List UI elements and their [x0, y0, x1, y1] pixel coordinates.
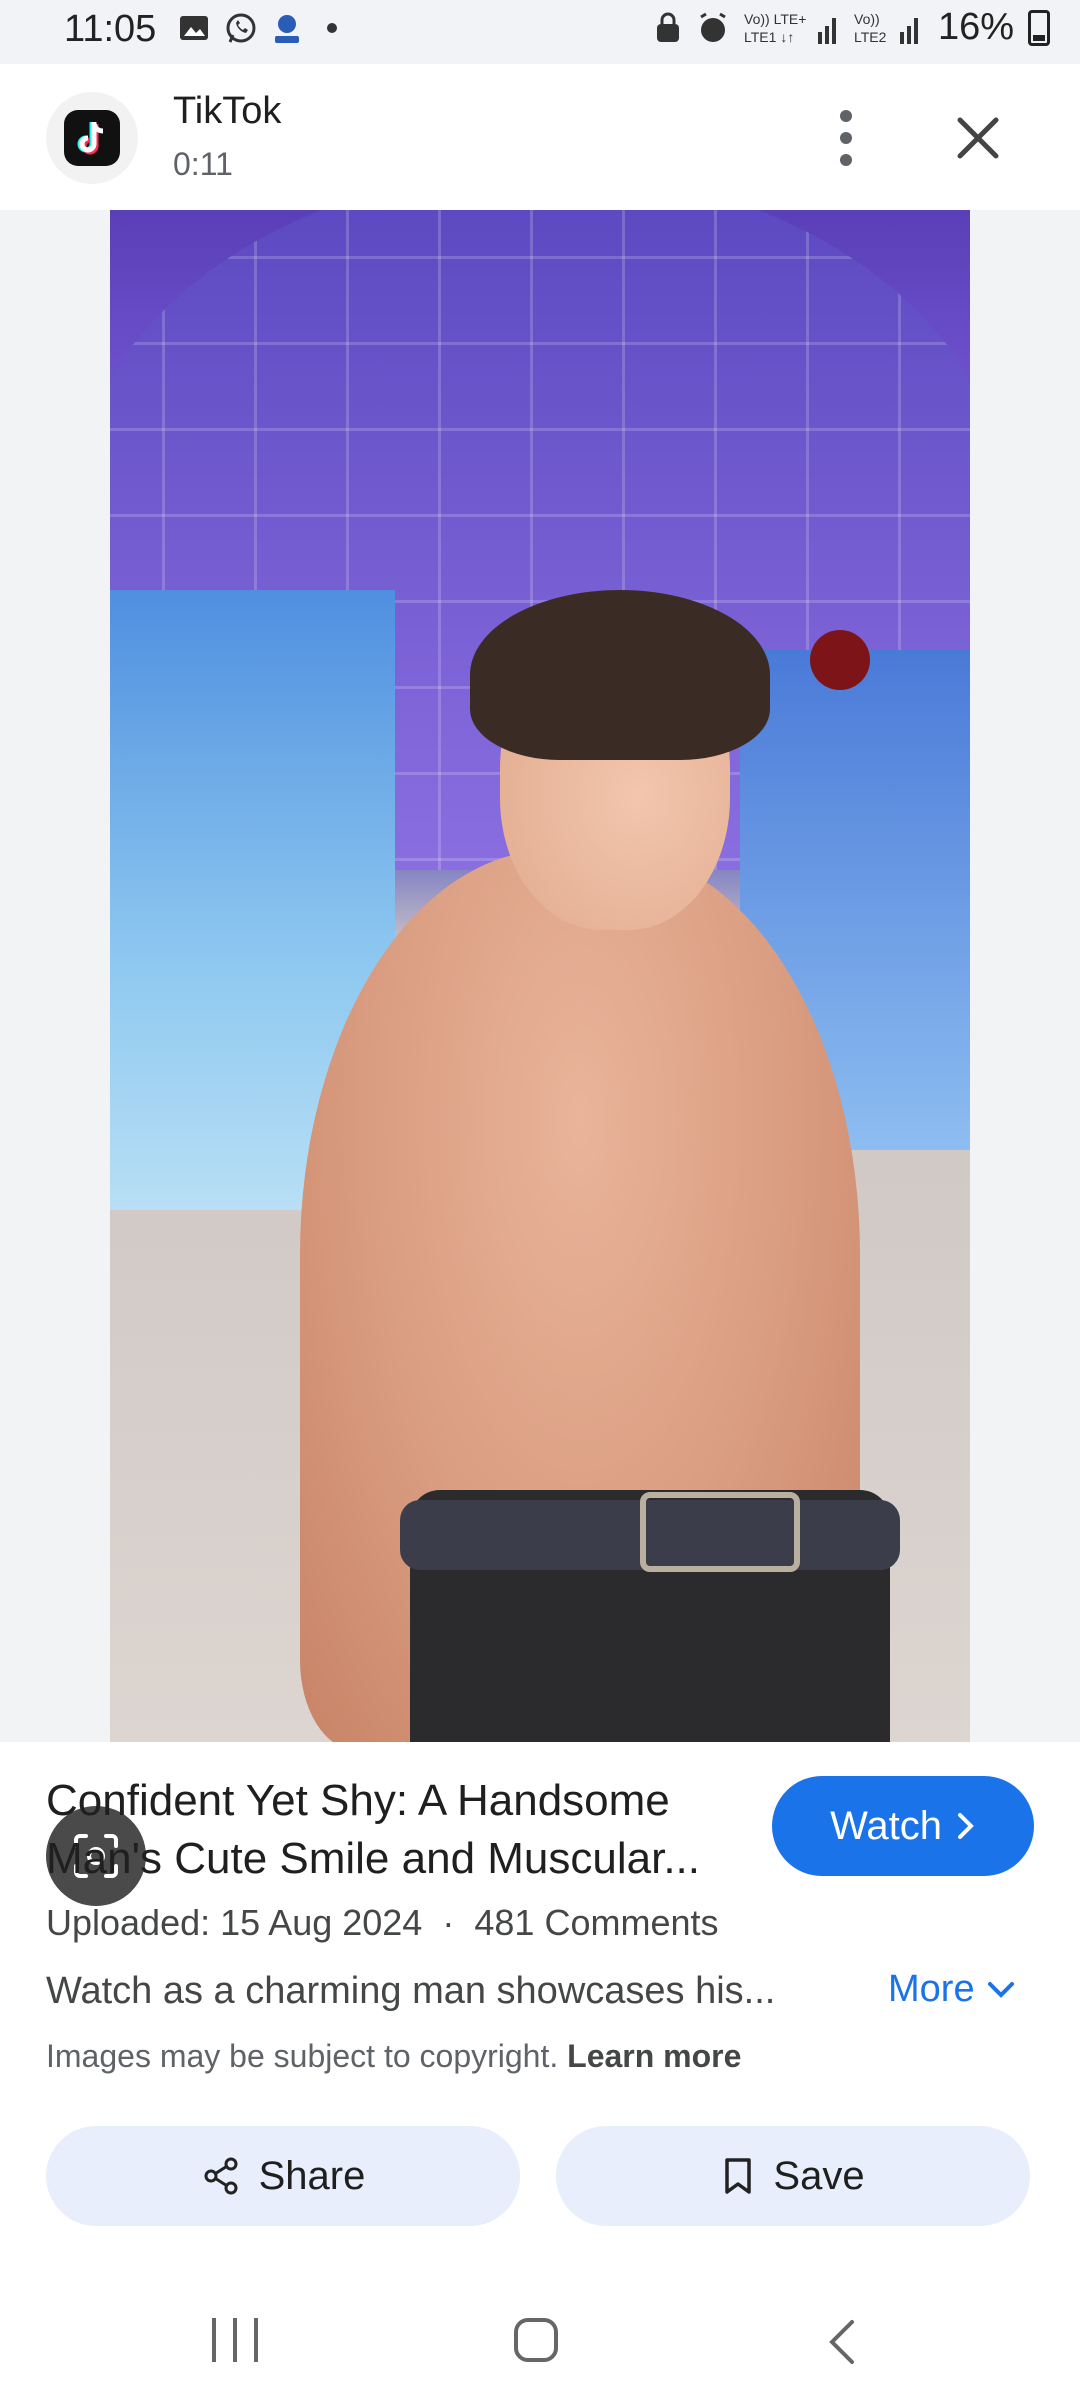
chevron-down-icon: [987, 1981, 1014, 1998]
save-button[interactable]: Save: [556, 2126, 1030, 2226]
status-time: 11:05: [64, 8, 157, 50]
back-icon[interactable]: [820, 2316, 868, 2368]
status-bar: 11:05 Vo)) LTE+ LTE1 ↓↑ Vo)) LTE2 16%: [0, 0, 1080, 64]
lock-icon: [656, 12, 679, 42]
gallery-icon: [178, 12, 210, 44]
copyright-notice: Images may be subject to copyright. Lear…: [46, 2038, 742, 2074]
more-button[interactable]: More: [888, 1968, 1015, 2011]
comment-count: 481 Comments: [474, 1902, 719, 1943]
vpn-icon: [270, 12, 302, 44]
upload-meta: Uploaded: 15 Aug 2024 · 481 Comments: [46, 1902, 719, 1943]
close-icon[interactable]: [950, 110, 1006, 166]
video-duration: 0:11: [173, 146, 233, 182]
svg-text:LTE2: LTE2: [854, 29, 887, 45]
chevron-right-icon: [957, 1813, 974, 1839]
whatsapp-icon: [224, 12, 256, 44]
video-description: Watch as a charming man showcases his...: [46, 1970, 776, 2012]
upload-date: Uploaded: 15 Aug 2024: [46, 1902, 423, 1943]
svg-text:Vo)): Vo)): [854, 11, 880, 27]
result-title[interactable]: Confident Yet Shy: A Handsome Man's Cute…: [46, 1772, 746, 1888]
learn-more-link[interactable]: Learn more: [567, 2038, 741, 2074]
battery-icon: [1028, 9, 1050, 46]
tiktok-logo-icon[interactable]: [46, 92, 138, 184]
home-icon[interactable]: [514, 2318, 558, 2362]
lte1-signal-icon: Vo)) LTE+ LTE1 ↓↑: [744, 11, 836, 45]
video-thumbnail[interactable]: [110, 210, 970, 1742]
svg-text:Vo)) LTE+: Vo)) LTE+: [744, 11, 806, 27]
watch-button[interactable]: Watch: [772, 1776, 1034, 1876]
dot-icon: [316, 12, 348, 44]
result-header: TikTok 0:11: [0, 64, 1080, 210]
svg-text:LTE1 ↓↑: LTE1 ↓↑: [744, 29, 794, 45]
bookmark-icon: [725, 2158, 752, 2194]
app-title: TikTok: [173, 90, 282, 132]
media-preview-area: [0, 210, 1080, 1906]
lte2-signal-icon: Vo)) LTE2: [854, 11, 918, 45]
battery-percent: 16%: [937, 6, 1014, 48]
system-nav-bar: [0, 2282, 1080, 2408]
alarm-icon: [700, 12, 726, 42]
more-options-icon[interactable]: [822, 110, 870, 166]
share-button[interactable]: Share: [46, 2126, 520, 2226]
recents-icon[interactable]: [212, 2318, 258, 2364]
share-icon: [204, 2157, 238, 2195]
